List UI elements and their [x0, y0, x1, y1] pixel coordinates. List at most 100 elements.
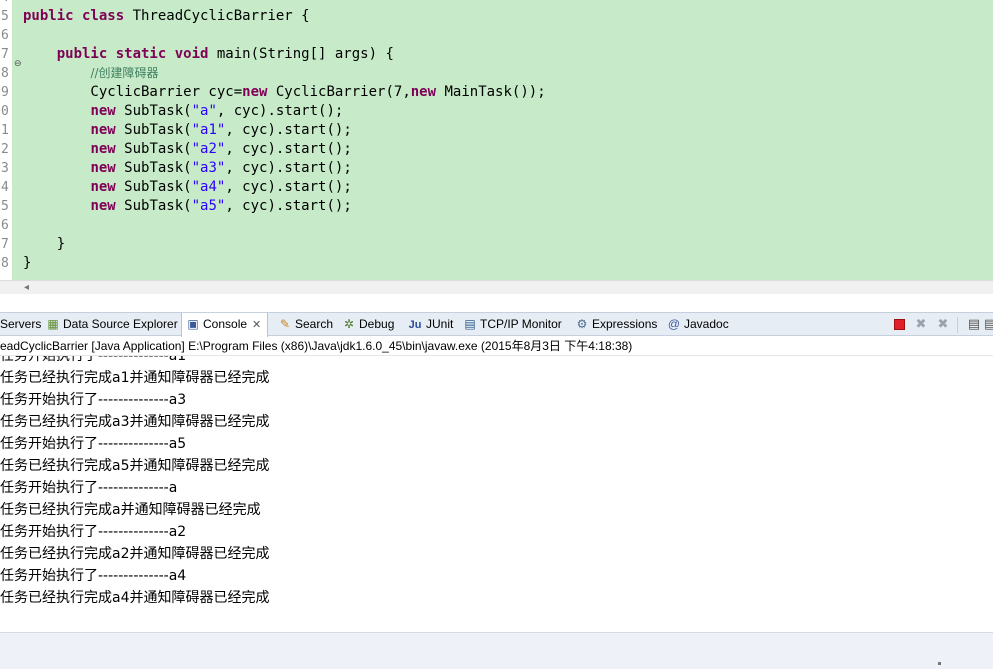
junit-icon: Ju: [408, 319, 422, 331]
code-text: , cyc).start();: [225, 141, 352, 157]
scroll-lock-icon: ▤: [984, 317, 993, 332]
tab-label: Servers: [0, 317, 42, 331]
code-string: "a": [191, 103, 217, 119]
code-keyword: public static void: [56, 46, 209, 62]
code-line: }: [23, 235, 65, 254]
line-number: 5: [1, 9, 9, 24]
scroll-lock-button[interactable]: ▤: [984, 317, 993, 333]
console-output[interactable]: 任务开始执行了--------------a1 任务已经执行完成a1并通知障碍器已…: [0, 356, 993, 632]
console-line: 任务开始执行了--------------a4: [0, 568, 187, 584]
tab-data-source-explorer[interactable]: ▦ Data Source Explorer: [46, 313, 178, 336]
scroll-left-arrow-icon[interactable]: ◂: [24, 282, 29, 293]
code-text: main(String[] args) {: [208, 46, 394, 62]
code-line: new SubTask("a4", cyc).start();: [23, 178, 352, 197]
tab-junit[interactable]: Ju JUnit: [407, 313, 454, 336]
expressions-icon: ⚙: [576, 317, 588, 331]
line-number: 2: [1, 142, 9, 157]
editor-horizontal-scrollbar[interactable]: ◂: [0, 280, 993, 294]
tab-servers[interactable]: Servers: [0, 313, 41, 336]
tab-label: Search: [295, 317, 334, 331]
tab-console[interactable]: ▣ Console ✕: [181, 313, 269, 337]
remove-all-icon: ✖: [937, 317, 949, 332]
tab-label: Debug: [359, 317, 395, 331]
code-keyword: public class: [23, 8, 125, 24]
line-number: 7: [1, 237, 9, 252]
debug-icon: ✲: [343, 317, 355, 331]
code-line: CyclicBarrier cyc=new CyclicBarrier(7,ne…: [23, 83, 546, 102]
console-description: eadCyclicBarrier [Java Application] E:\P…: [0, 337, 993, 356]
code-keyword: new: [90, 198, 116, 214]
remove-all-terminated-button[interactable]: ✖: [935, 317, 951, 333]
tab-search[interactable]: ✎ Search: [278, 313, 333, 336]
code-line: public class ThreadCyclicBarrier {: [23, 7, 310, 26]
code-text: , cyc).start();: [225, 198, 352, 214]
panel-divider[interactable]: [0, 294, 993, 312]
code-string: "a5": [191, 198, 226, 214]
console-line: 任务已经执行完成a5并通知障碍器已经完成: [0, 458, 270, 474]
code-text: , cyc).start();: [225, 179, 352, 195]
line-number: 4: [1, 0, 9, 7]
code-line: new SubTask("a2", cyc).start();: [23, 140, 352, 159]
code-text: MainTask());: [436, 84, 546, 100]
console-line: 任务开始执行了--------------a2: [0, 524, 187, 540]
tab-label: Data Source Explorer: [63, 317, 178, 331]
terminate-button[interactable]: [891, 317, 907, 333]
tab-javadoc[interactable]: @ Javadoc: [667, 313, 729, 336]
line-number: 5: [1, 199, 9, 214]
code-keyword: new: [242, 84, 268, 100]
line-number: 6: [1, 218, 9, 233]
console-line: 任务已经执行完成a4并通知障碍器已经完成: [0, 590, 270, 606]
code-line: new SubTask("a1", cyc).start();: [23, 121, 351, 140]
line-number: 7: [1, 47, 9, 62]
tab-debug[interactable]: ✲ Debug: [342, 313, 394, 336]
tab-label: JUnit: [426, 317, 454, 331]
javadoc-icon: @: [667, 317, 681, 331]
console-line: 任务已经执行完成a并通知障碍器已经完成: [0, 502, 261, 518]
code-text: CyclicBarrier(7,: [267, 84, 411, 100]
close-icon[interactable]: ✕: [252, 319, 261, 331]
code-editor[interactable]: 4 5 6 7 8 9 0 1 2 3 4 5 6 7 8 ⊖ public class ThreadCyc…: [0, 0, 993, 280]
code-text: CyclicBarrier cyc=: [23, 84, 243, 100]
tab-label: TCP/IP Monitor: [480, 317, 562, 331]
code-text: , cyc).start();: [225, 160, 352, 176]
code-text: SubTask(: [115, 141, 192, 157]
code-text: SubTask(: [115, 179, 192, 195]
code-comment: //创建障碍器: [90, 66, 159, 80]
console-line: 任务已经执行完成a3并通知障碍器已经完成: [0, 414, 270, 430]
tab-expressions[interactable]: ⚙ Expressions: [575, 313, 658, 336]
console-line: 任务开始执行了--------------a1: [0, 356, 187, 364]
clear-icon: ▤: [967, 317, 981, 332]
code-text: , cyc).start();: [216, 103, 344, 119]
data-source-explorer-icon: ▦: [47, 317, 59, 331]
code-string: "a4": [191, 179, 226, 195]
code-text: }: [23, 255, 32, 271]
status-indicator: [938, 662, 941, 665]
code-keyword: new: [90, 141, 116, 157]
remove-launch-button[interactable]: ✖: [913, 317, 929, 333]
code-string: "a1": [191, 122, 226, 138]
line-number: 0: [1, 104, 9, 119]
line-number-gutter: 4 5 6 7 8 9 0 1 2 3 4 5 6 7 8: [0, 0, 12, 280]
line-number: 6: [1, 28, 9, 43]
tab-tcpip-monitor[interactable]: ▤ TCP/IP Monitor: [463, 313, 562, 336]
code-text: SubTask(: [115, 160, 192, 176]
fold-collapse-icon[interactable]: ⊖: [14, 59, 22, 69]
clear-console-button[interactable]: ▤: [966, 317, 982, 333]
console-line: 任务已经执行完成a1并通知障碍器已经完成: [0, 370, 270, 386]
toolbar-separator: [957, 317, 958, 333]
tab-label: Javadoc: [684, 317, 729, 331]
console-line: 任务开始执行了--------------a: [0, 480, 178, 496]
code-keyword: new: [410, 84, 437, 100]
line-number: 8: [1, 256, 9, 271]
console-icon: ▣: [187, 317, 199, 331]
code-string: "a3": [191, 160, 226, 176]
code-text: SubTask(: [115, 122, 192, 138]
stop-icon: [893, 319, 905, 330]
status-bar: [0, 632, 993, 669]
code-text: ThreadCyclicBarrier {: [124, 8, 310, 24]
